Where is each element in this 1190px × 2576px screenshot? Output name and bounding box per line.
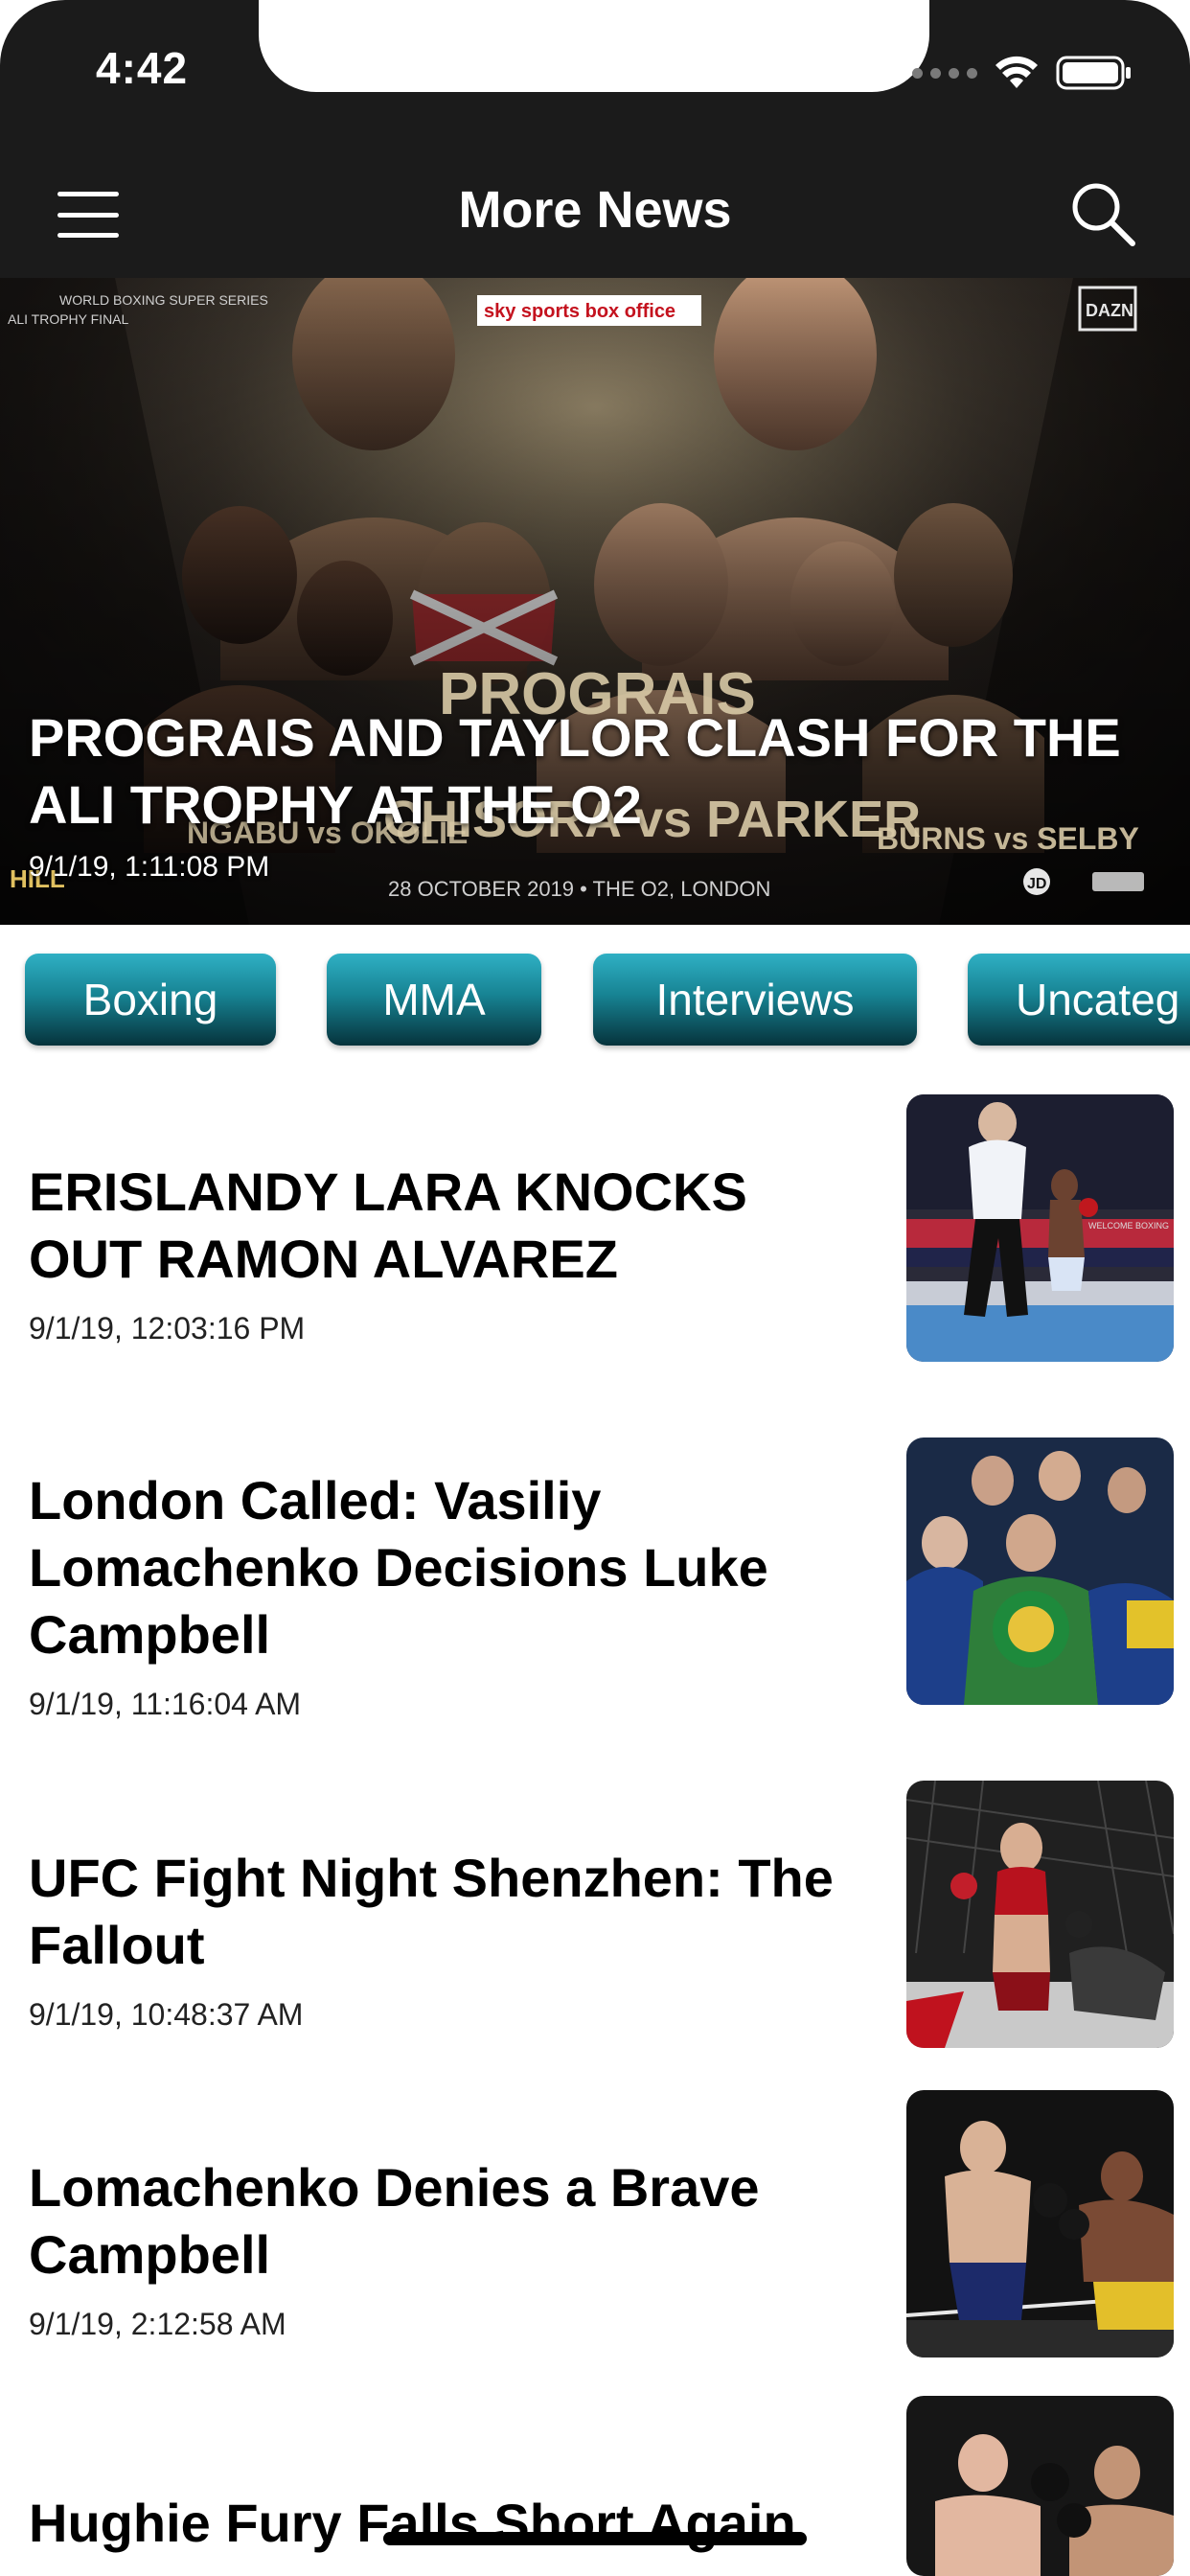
device-notch — [259, 0, 929, 92]
news-list-item[interactable]: UFC Fight Night Shenzhen: The Fallout 9/… — [0, 1781, 1190, 2049]
poster-series-text: WORLD BOXING SUPER SERIES — [59, 292, 268, 308]
news-thumbnail[interactable] — [906, 1438, 1174, 1705]
news-list-item[interactable]: ERISLANDY LARA KNOCKS OUT RAMON ALVAREZ … — [0, 1094, 1190, 1363]
search-icon[interactable] — [1069, 180, 1136, 247]
wifi-icon — [995, 56, 1038, 88]
news-title[interactable]: Lomachenko Denies a Brave Campbell — [29, 2154, 862, 2288]
news-list-item[interactable]: Lomachenko Denies a Brave Campbell 9/1/1… — [0, 2090, 1190, 2358]
news-list-item[interactable]: Hughie Fury Falls Short Again — [0, 2396, 1190, 2576]
news-title[interactable]: Hughie Fury Falls Short Again — [29, 2490, 862, 2557]
news-thumbnail[interactable] — [906, 2090, 1174, 2358]
category-chip-mma[interactable]: MMA — [327, 954, 541, 1046]
news-date: 9/1/19, 11:16:04 AM — [29, 1687, 302, 1721]
category-chip-uncategorized[interactable]: Uncateg — [968, 954, 1190, 1046]
category-chips: Boxing MMA Interviews Uncateg — [25, 954, 1190, 1046]
page-title: More News — [458, 181, 732, 239]
status-time: 4:42 — [96, 43, 189, 93]
cellular-signal-icon — [912, 67, 977, 79]
news-title[interactable]: London Called: Vasiliy Lomachenko Decisi… — [29, 1467, 862, 1668]
app-header: 4:42 More News — [0, 0, 1190, 278]
home-indicator[interactable] — [383, 2532, 807, 2545]
category-chip-boxing[interactable]: Boxing — [25, 954, 276, 1046]
featured-article[interactable]: WORLD BOXING SUPER SERIES ALI TROPHY FIN… — [0, 278, 1190, 925]
news-date: 9/1/19, 10:48:37 AM — [29, 1997, 304, 2032]
poster-sponsor-right: JD — [1027, 876, 1046, 892]
news-date: 9/1/19, 12:03:16 PM — [29, 1311, 306, 1346]
news-thumbnail[interactable] — [906, 2396, 1174, 2576]
poster-event-text: 28 OCTOBER 2019 • THE O2, LONDON — [388, 877, 770, 901]
battery-icon — [1056, 56, 1131, 90]
news-list-item[interactable]: London Called: Vasiliy Lomachenko Decisi… — [0, 1438, 1190, 1725]
news-thumbnail[interactable] — [906, 1781, 1174, 2048]
news-date: 9/1/19, 2:12:58 AM — [29, 2307, 286, 2341]
screen: 4:42 More News WORLD BOXING SUPER SERIES… — [0, 0, 1190, 2576]
poster-trophy-text: ALI TROPHY FINAL — [8, 311, 129, 327]
news-title[interactable]: UFC Fight Night Shenzhen: The Fallout — [29, 1845, 862, 1979]
news-thumbnail[interactable]: WELCOME BOXING — [906, 1094, 1174, 1362]
svg-text:WELCOME BOXING: WELCOME BOXING — [1088, 1221, 1169, 1230]
featured-article-date: 9/1/19, 1:11:08 PM — [29, 851, 270, 883]
poster-dazn-text: DAZN — [1086, 301, 1133, 320]
poster-brand-text: sky sports box office — [484, 301, 675, 322]
featured-article-title[interactable]: PROGRAIS AND TAYLOR CLASH FOR THE ALI TR… — [29, 704, 1169, 839]
status-icons — [912, 54, 1133, 92]
navigation-bar: More News — [0, 153, 1190, 278]
category-chip-interviews[interactable]: Interviews — [593, 954, 917, 1046]
news-title[interactable]: ERISLANDY LARA KNOCKS OUT RAMON ALVAREZ — [29, 1159, 862, 1293]
